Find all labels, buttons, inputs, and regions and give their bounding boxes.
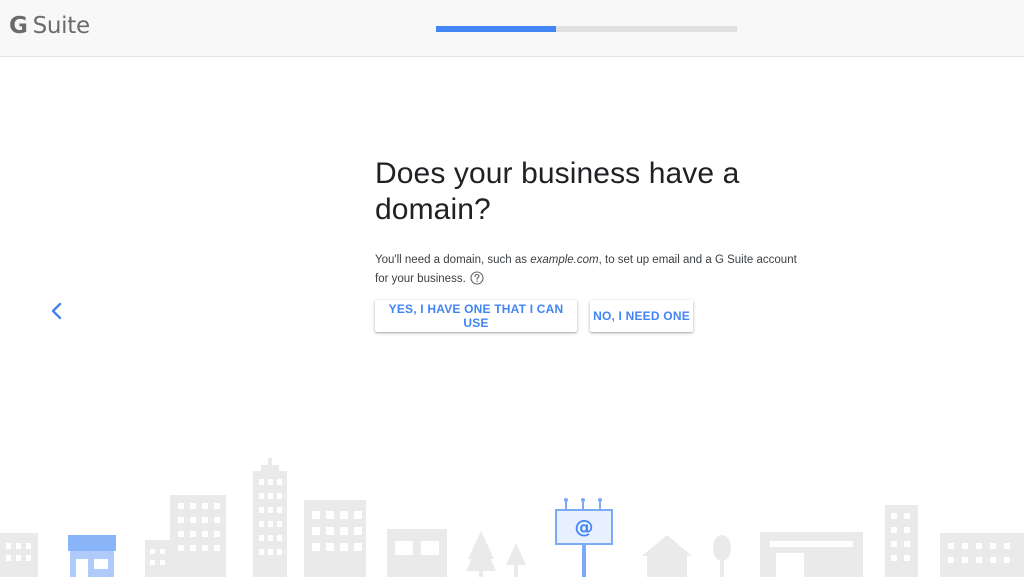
answer-buttons: YES, I HAVE ONE THAT I CAN USE NO, I NEE… — [375, 300, 815, 332]
domain-description: You'll need a domain, such as example.co… — [375, 251, 805, 289]
top-bar: G Suite — [0, 0, 1024, 57]
billboard-at-symbol: @ — [575, 516, 594, 538]
back-button[interactable] — [46, 300, 68, 322]
page-title: Does your business have a domain? — [375, 157, 740, 226]
setup-progress-bar — [436, 26, 737, 32]
gsuite-logo: G Suite — [9, 13, 90, 39]
chevron-left-icon — [51, 302, 62, 320]
example-domain: example.com — [530, 254, 599, 266]
city-skyline-illustration: @ — [0, 458, 1024, 577]
description-text-start: You'll need a domain, such as — [375, 254, 531, 266]
domain-question-panel: Does your business have a domain? You'll… — [375, 156, 815, 332]
setup-progress-fill — [436, 26, 556, 32]
at-sign-billboard: @ — [555, 498, 613, 577]
help-icon[interactable] — [470, 271, 484, 285]
yes-have-domain-button[interactable]: YES, I HAVE ONE THAT I CAN USE — [375, 300, 577, 332]
blue-shop-building — [68, 535, 116, 577]
no-need-domain-button[interactable]: NO, I NEED ONE — [590, 300, 693, 332]
